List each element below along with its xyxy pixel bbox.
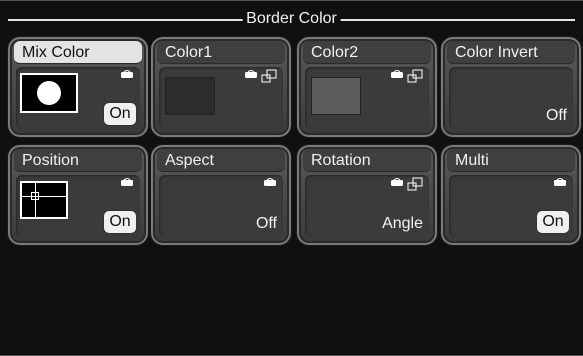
color2-icons [390, 69, 423, 83]
color2-tile[interactable]: Color2 [297, 37, 437, 137]
lock-icon [244, 69, 258, 83]
aspect-icons [263, 177, 277, 187]
color-invert-label: Color Invert [455, 44, 538, 61]
rotation-label-bar: Rotation [303, 149, 431, 172]
color2-label: Color2 [311, 44, 359, 61]
mix-color-label-bar: Mix Color [14, 41, 142, 64]
color1-label: Color1 [165, 44, 213, 61]
circle-dot [37, 81, 61, 105]
mix-color-on-button[interactable]: On [104, 103, 136, 125]
position-preview [20, 181, 68, 219]
crosshair-icon [31, 192, 39, 200]
rotation-label: Rotation [311, 152, 371, 169]
color-invert-tile[interactable]: Color Invert Off [441, 37, 581, 137]
mix-color-icons [120, 69, 134, 79]
mix-color-tile[interactable]: Mix Color On [8, 37, 148, 137]
lock-icon [390, 177, 404, 191]
rotation-tile[interactable]: Rotation Angle [297, 145, 437, 245]
lock-icon [390, 69, 404, 83]
menu-frame: Border Color Mix Color On Color1 Color2 … [0, 0, 583, 356]
position-icons [120, 177, 134, 187]
multi-label-bar: Multi [447, 149, 575, 172]
color1-label-bar: Color1 [157, 41, 285, 64]
aspect-label: Aspect [165, 152, 214, 169]
position-label-bar: Position [14, 149, 142, 172]
menu-header: Border Color [0, 10, 583, 28]
mix-color-label: Mix Color [22, 44, 90, 61]
color1-icons [244, 69, 277, 83]
position-tile[interactable]: Position On [8, 145, 148, 245]
copy-icon [261, 69, 277, 83]
multi-label: Multi [455, 152, 489, 169]
color2-swatch [311, 77, 361, 115]
multi-icons [553, 177, 567, 187]
copy-icon [407, 177, 423, 191]
color-invert-label-bar: Color Invert [447, 41, 575, 64]
multi-on-button[interactable]: On [537, 211, 569, 233]
rotation-value: Angle [382, 215, 423, 232]
copy-icon [407, 69, 423, 83]
lock-icon [120, 177, 134, 187]
rotation-icons [390, 177, 423, 191]
page-title: Border Color [242, 10, 341, 28]
aspect-label-bar: Aspect [157, 149, 285, 172]
color-invert-value: Off [545, 107, 567, 124]
color1-tile[interactable]: Color1 [151, 37, 291, 137]
position-hline [22, 196, 66, 197]
position-on-button[interactable]: On [104, 211, 136, 233]
color1-swatch [165, 77, 215, 115]
lock-icon [553, 177, 567, 187]
aspect-tile[interactable]: Aspect Off [151, 145, 291, 245]
circle-preview [20, 73, 78, 113]
color2-label-bar: Color2 [303, 41, 431, 64]
multi-tile[interactable]: Multi On [441, 145, 581, 245]
aspect-value: Off [255, 215, 277, 232]
position-vline [35, 183, 36, 217]
lock-icon [263, 177, 277, 187]
position-label: Position [22, 152, 79, 169]
lock-icon [120, 69, 134, 79]
